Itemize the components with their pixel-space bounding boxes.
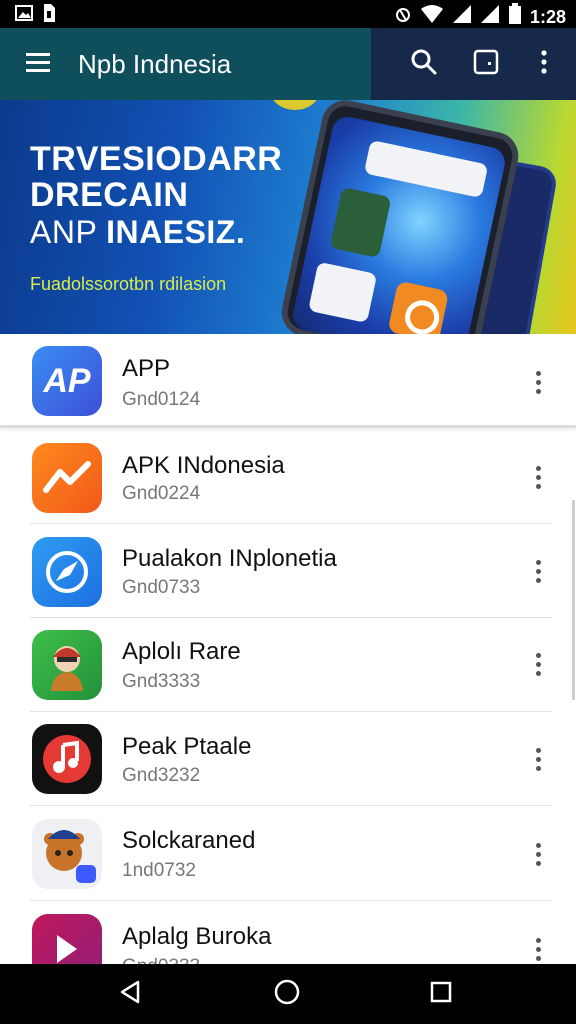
- photo-icon: [14, 3, 34, 28]
- app-title: Npb Indnesia: [78, 49, 232, 79]
- search-button[interactable]: [406, 46, 442, 82]
- banner-phone-image: [277, 100, 523, 334]
- item-name: Aplalg Buroka: [122, 923, 272, 950]
- signal-icon: [480, 4, 500, 29]
- item-subtitle: Gnd0124: [122, 389, 201, 410]
- item-more-button[interactable]: [526, 931, 550, 964]
- item-subtitle: Gnd3232: [122, 765, 201, 786]
- back-button[interactable]: [110, 976, 150, 1012]
- compass-icon: [32, 537, 102, 607]
- back-icon: [118, 979, 142, 1010]
- more-options-button[interactable]: [526, 46, 562, 82]
- item-name: Pualakon INplonetia: [122, 545, 337, 572]
- item-subtitle: Gnd3333: [122, 671, 201, 692]
- character-icon: [32, 630, 102, 700]
- banner-line3-prefix: ANP: [30, 214, 107, 250]
- item-more-button[interactable]: [526, 459, 550, 495]
- list-item[interactable]: Solckaraned 1nd0732: [0, 806, 576, 900]
- item-name: Peak Ptaale: [122, 733, 252, 760]
- item-more-button[interactable]: [526, 836, 550, 872]
- ap-icon: AP: [32, 346, 102, 416]
- item-subtitle: Gnd0224: [122, 483, 201, 504]
- scrollbar[interactable]: [572, 500, 575, 700]
- menu-button[interactable]: [18, 46, 58, 82]
- item-more-button[interactable]: [526, 364, 550, 400]
- item-more-button[interactable]: [526, 741, 550, 777]
- battery-icon: [508, 3, 522, 30]
- banner-glow: [270, 100, 320, 110]
- apps-icon: [473, 48, 499, 81]
- item-name: APP: [122, 355, 171, 382]
- menu-icon: [25, 51, 51, 78]
- apps-button[interactable]: [468, 46, 504, 82]
- more-vert-icon: [540, 49, 548, 80]
- ap-icon-text: AP: [43, 361, 91, 400]
- status-bar: 1:28: [0, 0, 576, 28]
- home-button[interactable]: [267, 976, 307, 1012]
- data-saver-icon: [394, 4, 412, 29]
- recents-button[interactable]: [421, 976, 461, 1012]
- chart-trend-icon: [32, 443, 102, 513]
- list-item[interactable]: APK INdonesia Gnd0224: [0, 431, 576, 525]
- banner-subtitle: Fuadolssorotbn rdilasion: [30, 274, 227, 294]
- promo-banner[interactable]: TRVESIODARR DRECAIN ANP INAESIZ. Fuadols…: [0, 100, 576, 334]
- nav-bar: [0, 964, 576, 1024]
- list-item[interactable]: Pualakon INplonetia Gnd0733: [0, 524, 576, 618]
- search-icon: [410, 48, 438, 81]
- item-subtitle: Gnd0333: [122, 955, 200, 964]
- item-subtitle: 1nd0732: [122, 860, 196, 881]
- item-more-button[interactable]: [526, 646, 550, 682]
- item-name: Aplolı Rare: [122, 638, 241, 665]
- item-subtitle: Gnd0733: [122, 577, 201, 598]
- sim-icon: [42, 3, 56, 28]
- status-time: 1:28: [529, 6, 566, 27]
- app-bar: Npb Indnesia: [0, 28, 576, 100]
- list-item[interactable]: Aplalg Buroka Gnd0333: [0, 901, 576, 964]
- signal-icon: [452, 4, 472, 29]
- item-more-button[interactable]: [526, 553, 550, 589]
- bear-icon: [32, 819, 102, 889]
- brand-icon: [32, 914, 102, 964]
- recents-icon: [429, 980, 453, 1009]
- list-item[interactable]: AP APP Gnd0124: [0, 334, 576, 428]
- banner-headline-line-3: ANP INAESIZ.: [30, 214, 245, 251]
- home-icon: [273, 978, 301, 1011]
- banner-line3-bold: INAESIZ.: [106, 214, 246, 250]
- item-name: APK INdonesia: [122, 452, 285, 479]
- list-item[interactable]: Peak Ptaale Gnd3232: [0, 712, 576, 806]
- app-list: AP APP Gnd0124 APK INdonesia Gnd0224 Pua…: [0, 334, 576, 964]
- banner-headline-line-2: DRECAIN: [30, 176, 189, 214]
- item-name: Solckaraned: [122, 827, 256, 854]
- music-note-icon: [32, 724, 102, 794]
- list-item[interactable]: Aplolı Rare Gnd3333: [0, 618, 576, 712]
- banner-headline-line-1: TRVESIODARR: [30, 140, 283, 178]
- wifi-icon: [420, 4, 444, 29]
